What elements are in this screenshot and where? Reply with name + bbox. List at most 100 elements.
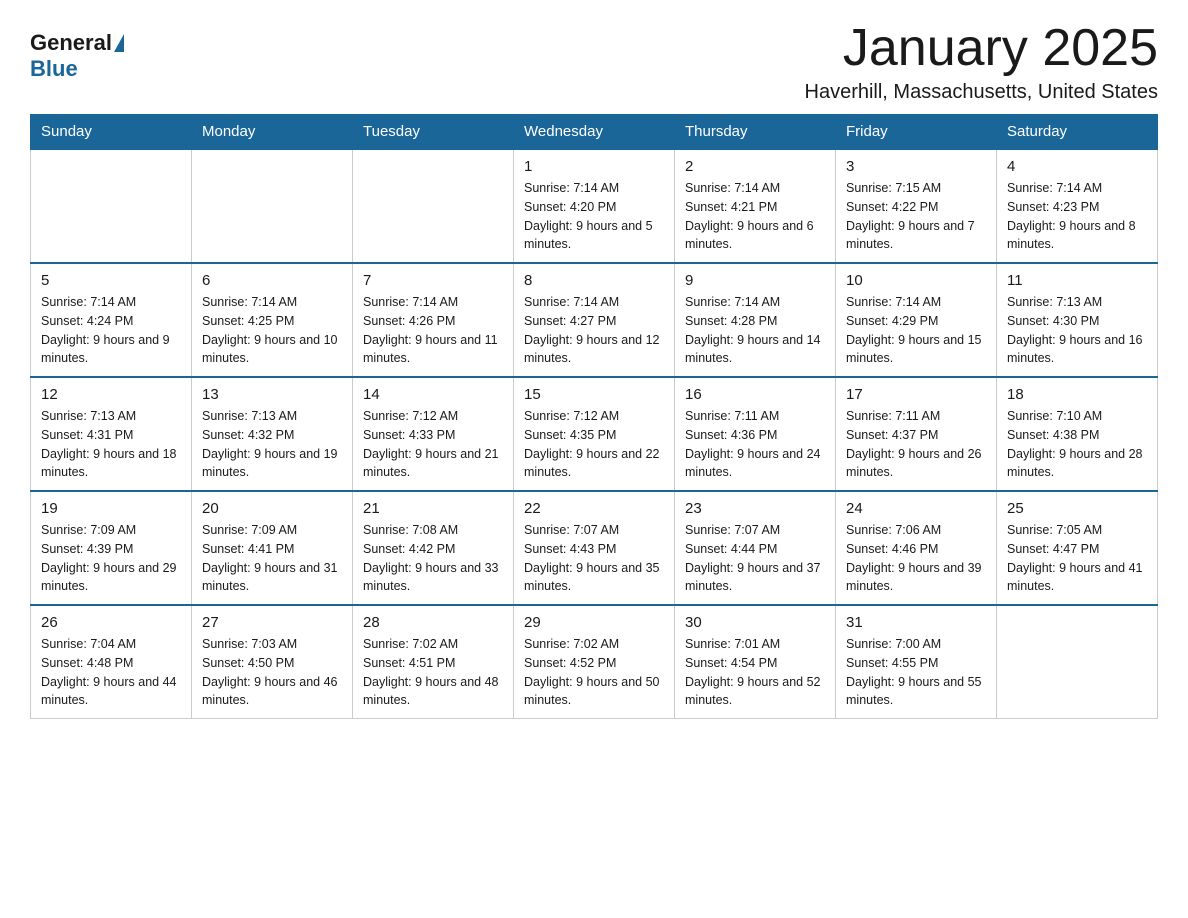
week-row-3: 12 Sunrise: 7:13 AMSunset: 4:31 PMDayligh… <box>31 377 1158 491</box>
calendar-cell: 15 Sunrise: 7:12 AMSunset: 4:35 PMDayligh… <box>514 377 675 491</box>
logo-general-text: General <box>30 30 112 56</box>
calendar-cell: 13 Sunrise: 7:13 AMSunset: 4:32 PMDayligh… <box>192 377 353 491</box>
calendar-cell: 19Sunrise: 7:09 AMSunset: 4:39 PMDayligh… <box>31 491 192 605</box>
calendar-cell: 25 Sunrise: 7:05 AMSunset: 4:47 PMDayligh… <box>997 491 1158 605</box>
calendar-cell: 29Sunrise: 7:02 AMSunset: 4:52 PMDayligh… <box>514 605 675 719</box>
day-info: Sunrise: 7:09 AMSunset: 4:39 PMDaylight:… <box>41 521 181 596</box>
day-number: 31 <box>846 614 986 631</box>
calendar-cell: 11 Sunrise: 7:13 AMSunset: 4:30 PMDayligh… <box>997 263 1158 377</box>
calendar-cell: 6 Sunrise: 7:14 AMSunset: 4:25 PMDaylight… <box>192 263 353 377</box>
calendar-table: SundayMondayTuesdayWednesdayThursdayFrid… <box>30 114 1158 719</box>
calendar-cell: 31Sunrise: 7:00 AMSunset: 4:55 PMDayligh… <box>836 605 997 719</box>
day-number: 1 <box>524 158 664 175</box>
day-info: Sunrise: 7:14 AMSunset: 4:21 PMDaylight:… <box>685 179 825 254</box>
day-info: Sunrise: 7:15 AMSunset: 4:22 PMDaylight:… <box>846 179 986 254</box>
day-number: 28 <box>363 614 503 631</box>
calendar-cell: 9 Sunrise: 7:14 AMSunset: 4:28 PMDaylight… <box>675 263 836 377</box>
day-number: 8 <box>524 272 664 289</box>
week-row-2: 5Sunrise: 7:14 AMSunset: 4:24 PMDaylight… <box>31 263 1158 377</box>
day-number: 27 <box>202 614 342 631</box>
day-number: 3 <box>846 158 986 175</box>
calendar-cell: 4 Sunrise: 7:14 AMSunset: 4:23 PMDaylight… <box>997 149 1158 263</box>
calendar-cell: 3 Sunrise: 7:15 AMSunset: 4:22 PMDaylight… <box>836 149 997 263</box>
day-info: Sunrise: 7:11 AMSunset: 4:37 PMDaylight:… <box>846 407 986 482</box>
week-row-5: 26Sunrise: 7:04 AMSunset: 4:48 PMDayligh… <box>31 605 1158 719</box>
day-info: Sunrise: 7:09 AMSunset: 4:41 PMDaylight:… <box>202 521 342 596</box>
calendar-cell: 23Sunrise: 7:07 AMSunset: 4:44 PMDayligh… <box>675 491 836 605</box>
day-number: 17 <box>846 386 986 403</box>
day-number: 24 <box>846 500 986 517</box>
day-info: Sunrise: 7:01 AMSunset: 4:54 PMDaylight:… <box>685 635 825 710</box>
calendar-cell: 1 Sunrise: 7:14 AMSunset: 4:20 PMDaylight… <box>514 149 675 263</box>
day-number: 9 <box>685 272 825 289</box>
day-number: 11 <box>1007 272 1147 289</box>
calendar-cell: 27 Sunrise: 7:03 AMSunset: 4:50 PMDayligh… <box>192 605 353 719</box>
day-info: Sunrise: 7:14 AMSunset: 4:28 PMDaylight:… <box>685 293 825 368</box>
day-number: 21 <box>363 500 503 517</box>
day-info: Sunrise: 7:13 AMSunset: 4:30 PMDaylight:… <box>1007 293 1147 368</box>
day-number: 16 <box>685 386 825 403</box>
day-number: 12 <box>41 386 181 403</box>
month-title: January 2025 <box>805 20 1159 77</box>
header-wednesday: Wednesday <box>514 115 675 150</box>
day-number: 10 <box>846 272 986 289</box>
day-info: Sunrise: 7:14 AMSunset: 4:20 PMDaylight:… <box>524 179 664 254</box>
calendar-cell: 16Sunrise: 7:11 AMSunset: 4:36 PMDayligh… <box>675 377 836 491</box>
calendar-cell: 28Sunrise: 7:02 AMSunset: 4:51 PMDayligh… <box>353 605 514 719</box>
day-number: 2 <box>685 158 825 175</box>
header-monday: Monday <box>192 115 353 150</box>
calendar-cell: 8 Sunrise: 7:14 AMSunset: 4:27 PMDaylight… <box>514 263 675 377</box>
day-info: Sunrise: 7:08 AMSunset: 4:42 PMDaylight:… <box>363 521 503 596</box>
day-info: Sunrise: 7:12 AMSunset: 4:35 PMDaylight:… <box>524 407 664 482</box>
header-sunday: Sunday <box>31 115 192 150</box>
day-info: Sunrise: 7:13 AMSunset: 4:32 PMDaylight:… <box>202 407 342 482</box>
day-info: Sunrise: 7:05 AMSunset: 4:47 PMDaylight:… <box>1007 521 1147 596</box>
day-info: Sunrise: 7:14 AMSunset: 4:23 PMDaylight:… <box>1007 179 1147 254</box>
logo-triangle-icon <box>114 34 124 52</box>
calendar-cell: 2 Sunrise: 7:14 AMSunset: 4:21 PMDaylight… <box>675 149 836 263</box>
day-info: Sunrise: 7:03 AMSunset: 4:50 PMDaylight:… <box>202 635 342 710</box>
day-number: 25 <box>1007 500 1147 517</box>
calendar-cell: 21 Sunrise: 7:08 AMSunset: 4:42 PMDayligh… <box>353 491 514 605</box>
day-number: 13 <box>202 386 342 403</box>
day-info: Sunrise: 7:12 AMSunset: 4:33 PMDaylight:… <box>363 407 503 482</box>
calendar-cell: 12 Sunrise: 7:13 AMSunset: 4:31 PMDayligh… <box>31 377 192 491</box>
calendar-cell: 26Sunrise: 7:04 AMSunset: 4:48 PMDayligh… <box>31 605 192 719</box>
day-number: 26 <box>41 614 181 631</box>
calendar-cell: 7Sunrise: 7:14 AMSunset: 4:26 PMDaylight… <box>353 263 514 377</box>
logo-blue-text: Blue <box>30 56 78 82</box>
page-header: General Blue January 2025 Haverhill, Mas… <box>30 20 1158 104</box>
day-number: 4 <box>1007 158 1147 175</box>
weekday-header-row: SundayMondayTuesdayWednesdayThursdayFrid… <box>31 115 1158 150</box>
calendar-cell: 5Sunrise: 7:14 AMSunset: 4:24 PMDaylight… <box>31 263 192 377</box>
day-info: Sunrise: 7:14 AMSunset: 4:25 PMDaylight:… <box>202 293 342 368</box>
day-info: Sunrise: 7:14 AMSunset: 4:27 PMDaylight:… <box>524 293 664 368</box>
day-info: Sunrise: 7:07 AMSunset: 4:44 PMDaylight:… <box>685 521 825 596</box>
week-row-4: 19Sunrise: 7:09 AMSunset: 4:39 PMDayligh… <box>31 491 1158 605</box>
calendar-cell <box>31 149 192 263</box>
day-number: 6 <box>202 272 342 289</box>
week-row-1: 1 Sunrise: 7:14 AMSunset: 4:20 PMDaylight… <box>31 149 1158 263</box>
header-friday: Friday <box>836 115 997 150</box>
calendar-cell: 18Sunrise: 7:10 AMSunset: 4:38 PMDayligh… <box>997 377 1158 491</box>
calendar-cell: 14Sunrise: 7:12 AMSunset: 4:33 PMDayligh… <box>353 377 514 491</box>
header-thursday: Thursday <box>675 115 836 150</box>
calendar-cell <box>353 149 514 263</box>
header-saturday: Saturday <box>997 115 1158 150</box>
day-info: Sunrise: 7:07 AMSunset: 4:43 PMDaylight:… <box>524 521 664 596</box>
calendar-cell: 22 Sunrise: 7:07 AMSunset: 4:43 PMDayligh… <box>514 491 675 605</box>
day-info: Sunrise: 7:10 AMSunset: 4:38 PMDaylight:… <box>1007 407 1147 482</box>
day-number: 30 <box>685 614 825 631</box>
day-info: Sunrise: 7:02 AMSunset: 4:52 PMDaylight:… <box>524 635 664 710</box>
day-info: Sunrise: 7:14 AMSunset: 4:26 PMDaylight:… <box>363 293 503 368</box>
header-tuesday: Tuesday <box>353 115 514 150</box>
logo: General Blue <box>30 20 126 82</box>
day-number: 15 <box>524 386 664 403</box>
day-info: Sunrise: 7:14 AMSunset: 4:24 PMDaylight:… <box>41 293 181 368</box>
location-text: Haverhill, Massachusetts, United States <box>805 81 1159 104</box>
calendar-cell <box>997 605 1158 719</box>
title-block: January 2025 Haverhill, Massachusetts, U… <box>805 20 1159 104</box>
day-number: 22 <box>524 500 664 517</box>
day-number: 20 <box>202 500 342 517</box>
day-info: Sunrise: 7:13 AMSunset: 4:31 PMDaylight:… <box>41 407 181 482</box>
